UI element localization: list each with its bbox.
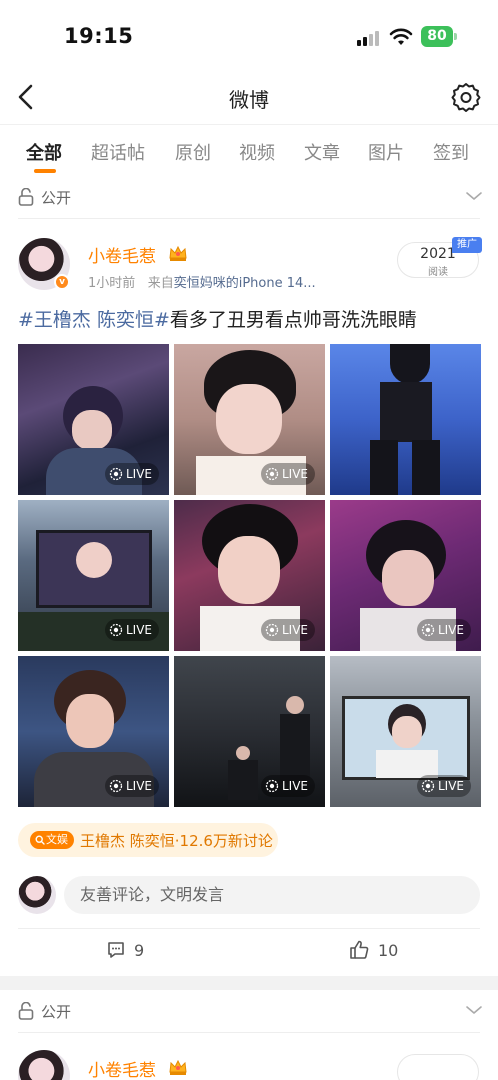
username[interactable]: 小卷毛惹 [88,242,156,267]
avatar[interactable] [18,1050,70,1080]
search-icon [35,835,45,845]
nav-bar: 微博 [0,72,498,122]
live-icon [265,467,279,481]
live-badge: LIVE [260,619,315,641]
photo-9[interactable]: LIVE [330,656,481,807]
battery-level: 80 [421,26,453,47]
topic-label: 王橹杰 陈奕恒·12.6万新讨论 [80,832,273,850]
photo-2[interactable]: LIVE [174,344,325,495]
photo-3[interactable] [330,344,481,495]
active-tab-indicator [34,169,56,173]
photo-8[interactable]: LIVE [174,656,325,807]
live-badge: LIVE [260,463,315,485]
source-prefix: 来自 [147,276,174,291]
my-avatar [18,876,56,914]
live-badge: LIVE [104,619,159,641]
live-icon [109,779,123,793]
vip-crown-icon [169,245,187,261]
filter-tabs: 全部 超话帖 原创 视频 文章 图片 签到 [0,124,498,176]
chevron-down-icon[interactable] [464,1000,484,1020]
post-text: #王橹杰 陈奕恒#看多了丑男看点帅哥洗洗眼睛 [18,305,417,332]
divider [18,218,480,219]
privacy-row: 公开 [0,992,498,1032]
privacy-row: 公开 [0,178,498,218]
live-icon [109,467,123,481]
live-badge: LIVE [416,619,471,641]
tab-super-topic-posts[interactable]: 超话帖 [91,139,145,165]
topic-chip[interactable]: 文娱 王橹杰 陈奕恒·12.6万新讨论 [18,823,278,857]
comment-button[interactable]: 9 [106,932,144,968]
hashtag-link[interactable]: #王橹杰 陈奕恒# [18,309,170,331]
section-separator [0,976,498,990]
photo-5[interactable]: LIVE [174,500,325,651]
vip-crown-icon [169,1059,187,1075]
status-bar: 19:15 80 [0,0,498,70]
divider [18,928,480,929]
post-body: 看多了丑男看点帅哥洗洗眼睛 [169,309,417,331]
photo-6[interactable]: LIVE [330,500,481,651]
lock-icon [18,1002,34,1020]
privacy-label: 公开 [41,1003,72,1021]
tab-pictures[interactable]: 图片 [368,139,404,165]
post-meta: 1小时前 来自奕恒妈咪的iPhone 14... [88,272,316,291]
live-icon [421,779,435,793]
comment-icon [108,942,124,958]
photo-4[interactable]: LIVE [18,500,169,651]
live-badge: LIVE [260,775,315,797]
tab-original[interactable]: 原创 [175,139,211,165]
tab-all[interactable]: 全部 [26,139,62,165]
lock-icon [18,188,34,206]
photo-1[interactable]: LIVE [18,344,169,495]
comment-input[interactable]: 友善评论，文明发言 [64,876,480,914]
read-label: 阅读 [428,267,448,278]
cellular-signal-icon [357,30,383,46]
gear-icon[interactable] [450,81,482,113]
comment-count: 9 [134,940,145,960]
username[interactable]: 小卷毛惹 [88,1056,156,1080]
live-icon [265,779,279,793]
live-icon [265,623,279,637]
page-title: 微博 [229,88,269,112]
tab-video[interactable]: 视频 [239,139,275,165]
live-badge: LIVE [104,463,159,485]
tab-check-in[interactable]: 签到 [433,139,469,165]
read-count-badge[interactable] [397,1054,479,1080]
post-time: 1小时前 [88,276,136,291]
live-badge: LIVE [104,775,159,797]
topic-tag: 文娱 [30,831,74,849]
divider [18,1032,480,1033]
wifi-icon [389,28,413,45]
chevron-down-icon[interactable] [464,186,484,206]
battery-icon: 80 [421,26,457,47]
live-icon [421,623,435,637]
status-time: 19:15 [64,24,134,48]
like-button[interactable]: 10 [348,932,398,968]
photo-7[interactable]: LIVE [18,656,169,807]
like-count: 10 [378,940,399,960]
live-badge: LIVE [416,775,471,797]
post-source[interactable]: 奕恒妈咪的iPhone 14... [174,276,316,291]
tab-articles[interactable]: 文章 [304,139,340,165]
topic-tag-label: 文娱 [46,833,68,846]
privacy-label: 公开 [41,189,72,207]
verified-badge-icon: v [54,274,70,290]
thumbs-up-icon [350,940,369,959]
promote-tag[interactable]: 推广 [452,237,482,253]
live-icon [109,623,123,637]
